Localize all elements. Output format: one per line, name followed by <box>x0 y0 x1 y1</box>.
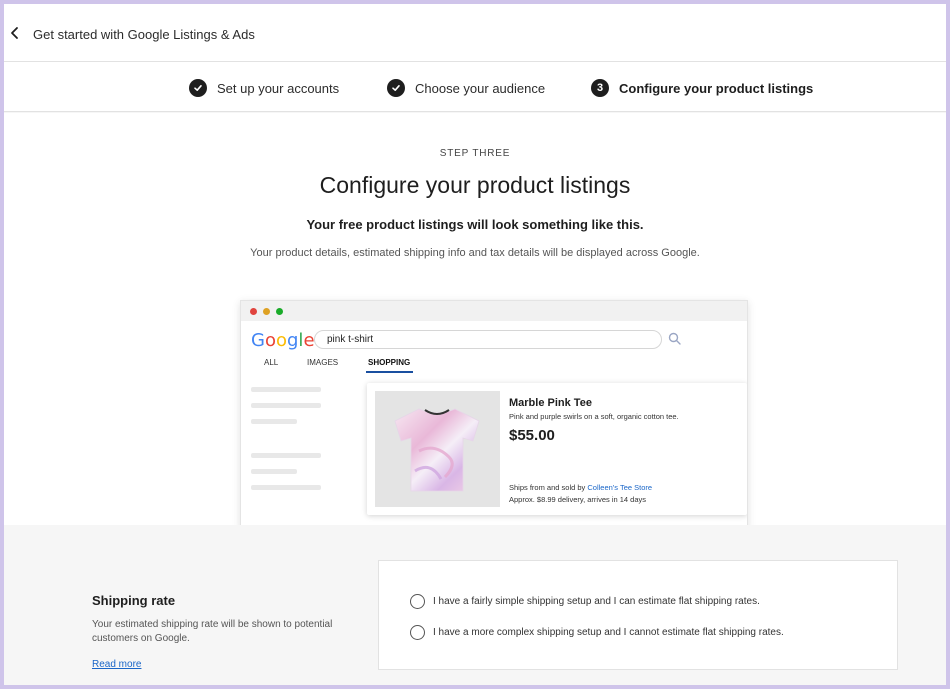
shipping-rate-description: Your estimated shipping rate will be sho… <box>92 619 333 644</box>
shipping-option-flat[interactable]: I have a fairly simple shipping setup an… <box>410 593 760 609</box>
t-shirt-icon <box>394 408 480 492</box>
product-image <box>375 391 500 507</box>
step-number-badge: 3 <box>591 79 609 97</box>
placeholder-line <box>251 403 321 408</box>
chevron-left-icon[interactable] <box>8 26 22 40</box>
option-label: I have a more complex shipping setup and… <box>433 626 784 638</box>
preview-tab-all: ALL <box>264 358 279 367</box>
placeholder-line <box>251 469 297 474</box>
shipping-section: Shipping rate Your estimated shipping ra… <box>4 525 946 685</box>
placeholder-line <box>251 485 321 490</box>
step-kicker: STEP THREE <box>439 148 511 159</box>
close-dot-icon <box>250 308 257 315</box>
app-frame: Get started with Google Listings & Ads S… <box>4 4 946 685</box>
radio-button[interactable] <box>410 624 425 640</box>
active-tab-underline <box>366 371 413 373</box>
page-title: Configure your product listings <box>319 172 631 198</box>
option-label: I have a fairly simple shipping setup an… <box>433 595 760 607</box>
page-subtitle: Your free product listings will look som… <box>306 217 644 232</box>
ships-from-line: Ships from and sold by Colleen's Tee Sto… <box>509 483 652 492</box>
check-circle-icon <box>189 79 207 97</box>
step-label: Choose your audience <box>415 80 546 96</box>
placeholder-line <box>251 387 321 392</box>
page-header-title: Get started with Google Listings & Ads <box>33 27 255 42</box>
shipping-options-card: I have a fairly simple shipping setup an… <box>378 560 898 670</box>
stepper: Set up your accounts Choose your audienc… <box>4 62 946 112</box>
read-more-link[interactable]: Read more <box>92 659 141 670</box>
preview-tab-shopping: SHOPPING <box>368 358 411 367</box>
step-choose-audience[interactable]: Choose your audience <box>387 79 545 97</box>
listing-preview-browser: Google pink t-shirt ALL IMAGES SHOPPING <box>240 300 748 530</box>
ships-prefix: Ships from and sold by <box>509 483 588 492</box>
page-description: Your product details, estimated shipping… <box>250 247 700 259</box>
maximize-dot-icon <box>276 308 283 315</box>
browser-titlebar <box>241 301 747 321</box>
delivery-info: Approx. $8.99 delivery, arrives in 14 da… <box>509 495 647 504</box>
check-circle-icon <box>387 79 405 97</box>
search-icon <box>668 332 681 345</box>
step-set-up-accounts[interactable]: Set up your accounts <box>189 79 339 97</box>
product-description: Pink and purple swirls on a soft, organi… <box>509 412 679 421</box>
google-logo: Google <box>251 330 315 351</box>
placeholder-line <box>251 453 321 458</box>
product-listing-card: Marble Pink Tee Pink and purple swirls o… <box>367 383 747 515</box>
product-name: Marble Pink Tee <box>509 397 592 409</box>
main-content: STEP THREE Configure your product listin… <box>4 113 946 530</box>
shipping-option-complex[interactable]: I have a more complex shipping setup and… <box>410 624 784 640</box>
placeholder-line <box>251 419 297 424</box>
product-price: $55.00 <box>509 427 555 444</box>
preview-search-box: pink t-shirt <box>314 330 662 349</box>
preview-tab-images: IMAGES <box>307 358 339 367</box>
store-name: Colleen's Tee Store <box>587 483 653 492</box>
step-configure-listings[interactable]: 3 Configure your product listings <box>591 79 813 97</box>
step-label: Set up your accounts <box>217 80 340 96</box>
shipping-rate-title: Shipping rate <box>92 593 176 608</box>
step-label: Configure your product listings <box>619 80 814 96</box>
radio-button[interactable] <box>410 593 425 609</box>
top-bar: Get started with Google Listings & Ads <box>4 4 946 62</box>
minimize-dot-icon <box>263 308 270 315</box>
